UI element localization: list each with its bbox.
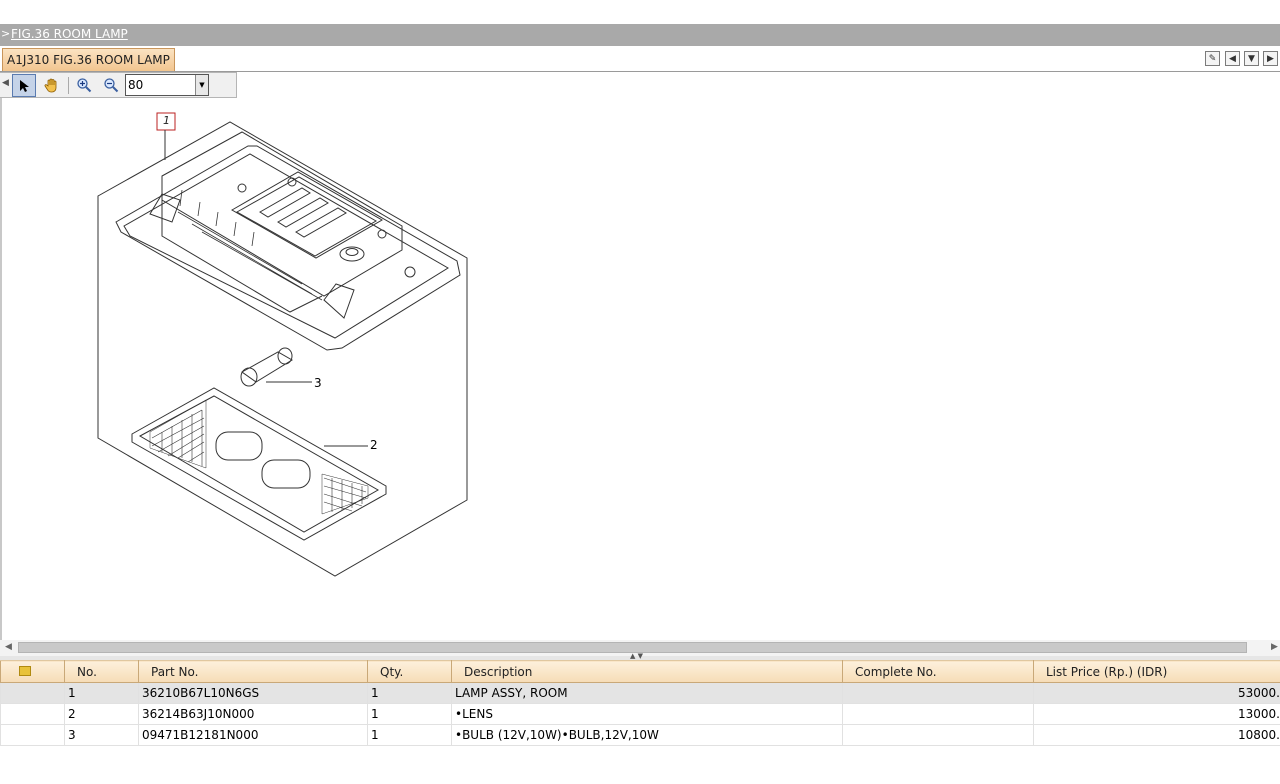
table-row[interactable]: 3 09471B12181N000 1 •BULB (12V,10W)•BULB… xyxy=(0,724,1280,746)
row-icon-cell xyxy=(0,682,65,704)
table-header-row: No. Part No. Qty. Description Complete N… xyxy=(0,660,1280,683)
cell-complete-no[interactable] xyxy=(842,703,1034,725)
row-icon-cell xyxy=(0,724,65,746)
parts-table: No. Part No. Qty. Description Complete N… xyxy=(0,660,1280,746)
parts-diagram xyxy=(97,112,468,577)
viewer-toolbar: ◀ 80 ▼ xyxy=(0,72,237,98)
cell-part-no[interactable]: 36214B63J10N000 xyxy=(138,703,368,725)
zoom-out-button[interactable] xyxy=(99,74,123,97)
cell-no[interactable]: 1 xyxy=(64,682,139,704)
cell-price[interactable]: 10800. xyxy=(1033,724,1280,746)
toolbar-scroll-left-icon[interactable]: ◀ xyxy=(2,78,9,88)
cell-qty[interactable]: 1 xyxy=(367,682,452,704)
scroll-right-icon[interactable]: ▶ xyxy=(1271,642,1278,652)
callout-label-1[interactable]: 1 xyxy=(163,114,170,127)
tab-figure[interactable]: A1J310 FIG.36 ROOM LAMP xyxy=(2,48,175,71)
splitter-grip-icon[interactable]: ▲ ▼ xyxy=(630,652,643,660)
cell-complete-no[interactable] xyxy=(842,724,1034,746)
select-tool-button[interactable] xyxy=(12,74,36,97)
cell-description[interactable]: LAMP ASSY, ROOM xyxy=(451,682,843,704)
hand-icon xyxy=(44,78,57,93)
cell-description[interactable]: •LENS xyxy=(451,703,843,725)
column-header-qty[interactable]: Qty. xyxy=(367,660,452,683)
zoom-level-select[interactable]: 80 ▼ xyxy=(125,74,209,96)
figure-title-link[interactable]: FIG.36 ROOM LAMP xyxy=(11,27,128,41)
zoom-in-button[interactable] xyxy=(72,74,96,97)
pointer-icon xyxy=(20,80,29,92)
column-header-no[interactable]: No. xyxy=(64,660,139,683)
pan-tool-button[interactable] xyxy=(40,74,64,97)
toolbar-divider xyxy=(68,77,69,94)
cell-complete-no[interactable] xyxy=(842,682,1034,704)
callout-label-3[interactable]: 3 xyxy=(314,376,322,390)
column-header-icon[interactable] xyxy=(0,660,65,683)
callout-label-2[interactable]: 2 xyxy=(370,438,378,452)
cell-description[interactable]: •BULB (12V,10W)•BULB,12V,10W xyxy=(451,724,843,746)
column-header-part-no[interactable]: Part No. xyxy=(138,660,368,683)
column-header-complete-no[interactable]: Complete No. xyxy=(842,660,1034,683)
folder-icon xyxy=(19,665,31,676)
zoom-out-icon xyxy=(104,78,119,93)
zoom-level-value: 80 xyxy=(128,78,144,92)
column-header-description[interactable]: Description xyxy=(451,660,843,683)
tab-list-dropdown-button[interactable]: ▼ xyxy=(1244,51,1259,66)
cell-part-no[interactable]: 36210B67L10N6GS xyxy=(138,682,368,704)
pin-icon[interactable]: ✎ xyxy=(1205,51,1220,66)
cell-price[interactable]: 53000. xyxy=(1033,682,1280,704)
row-icon-cell xyxy=(0,703,65,725)
title-bar: > FIG.36 ROOM LAMP xyxy=(0,24,1280,46)
cell-qty[interactable]: 1 xyxy=(367,703,452,725)
chevron-down-icon[interactable]: ▼ xyxy=(195,75,208,95)
lens-outline xyxy=(131,387,387,541)
scroll-left-icon[interactable]: ◀ xyxy=(5,642,12,652)
tab-next-button[interactable]: ▶ xyxy=(1263,51,1278,66)
cell-qty[interactable]: 1 xyxy=(367,724,452,746)
cell-no[interactable]: 3 xyxy=(64,724,139,746)
zoom-in-icon xyxy=(77,78,92,93)
table-row[interactable]: 1 36210B67L10N6GS 1 LAMP ASSY, ROOM 5300… xyxy=(0,682,1280,704)
tab-strip: A1J310 FIG.36 ROOM LAMP ✎ ◀ ▼ ▶ xyxy=(0,46,1280,72)
tab-prev-button[interactable]: ◀ xyxy=(1225,51,1240,66)
cell-price[interactable]: 13000. xyxy=(1033,703,1280,725)
cell-no[interactable]: 2 xyxy=(64,703,139,725)
cell-part-no[interactable]: 09471B12181N000 xyxy=(138,724,368,746)
column-header-list-price[interactable]: List Price (Rp.) (IDR) xyxy=(1033,660,1280,683)
table-row[interactable]: 2 36214B63J10N000 1 •LENS 13000. xyxy=(0,703,1280,725)
breadcrumb-arrow: > xyxy=(1,27,11,40)
diagram-viewer[interactable]: 1 3 2 xyxy=(0,98,1280,640)
lamp-housing-outline xyxy=(115,145,461,351)
bulb-outline xyxy=(241,351,293,383)
